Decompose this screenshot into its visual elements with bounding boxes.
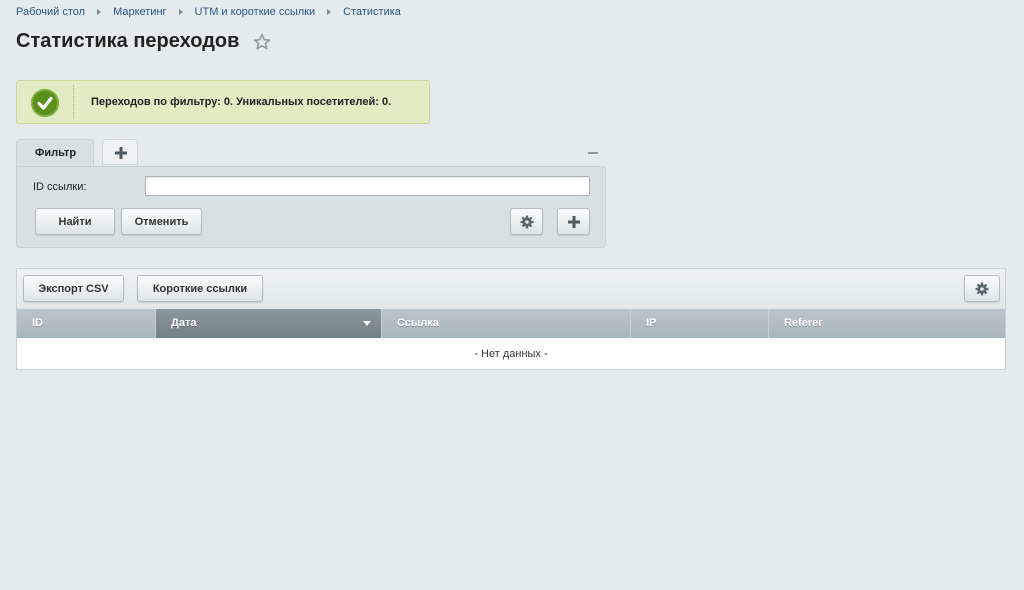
breadcrumb-item-marketing[interactable]: Маркетинг [113,6,166,18]
export-csv-label: Экспорт CSV [38,282,109,295]
breadcrumb-item-utm[interactable]: UTM и короткие ссылки [195,6,316,18]
breadcrumb-separator-icon [178,9,183,15]
star-icon[interactable] [253,33,271,51]
cancel-button-label: Отменить [134,215,189,228]
column-header-link-label: Ссылка [397,317,439,329]
empty-row: - Нет данных - [17,338,1005,369]
add-filter-field-button[interactable] [557,208,590,235]
find-button[interactable]: Найти [35,208,115,235]
column-header-id[interactable]: ID [17,309,156,338]
cancel-button[interactable]: Отменить [121,208,202,235]
id-field[interactable] [145,176,590,196]
grid-toolbar: Экспорт CSV Короткие ссылки [17,269,1005,309]
breadcrumb-separator-icon [327,9,332,15]
message-divider [73,85,74,119]
breadcrumb-separator-icon [97,9,102,15]
plus-icon [115,147,127,159]
check-icon [31,89,59,117]
find-button-label: Найти [58,215,92,228]
empty-row-text: - Нет данных - [474,347,548,360]
column-header-date-label: Дата [171,317,197,329]
success-message: Переходов по фильтру: 0. Уникальных посе… [16,80,430,124]
column-header-date[interactable]: Дата [156,309,382,338]
gear-icon [975,282,989,295]
breadcrumb-item-statistics[interactable]: Статистика [343,6,401,18]
column-header-referer[interactable]: Referer [769,309,1005,338]
filter-settings-button[interactable] [510,208,543,235]
column-header-link[interactable]: Ссылка [382,309,631,338]
id-field-label: ID ссылки: [33,181,87,193]
column-header-id-label: ID [32,317,43,329]
gear-icon [520,215,533,228]
column-header-ip[interactable]: IP [631,309,769,338]
breadcrumb-item-desktop[interactable]: Рабочий стол [16,6,85,18]
grid-header: ID Дата Ссылка IP Referer [17,309,1005,338]
plus-icon [567,215,580,228]
message-text: Переходов по фильтру: 0. Уникальных посе… [91,96,392,108]
export-csv-button[interactable]: Экспорт CSV [23,275,124,302]
short-links-button[interactable]: Короткие ссылки [137,275,263,302]
short-links-label: Короткие ссылки [152,282,248,295]
add-filter-tab-button[interactable] [102,139,138,165]
sort-down-icon [363,321,371,326]
minus-icon[interactable] [588,152,598,154]
breadcrumb: Рабочий стол Маркетинг UTM и короткие сс… [16,5,401,19]
column-header-referer-label: Referer [784,317,823,329]
column-header-ip-label: IP [646,317,657,329]
grid-settings-button[interactable] [964,275,1000,302]
page-title: Статистика переходов [16,30,240,52]
filter-panel: ID ссылки: Найти Отменить [16,166,606,248]
title-row: Статистика переходов [16,30,271,53]
tab-filter[interactable]: Фильтр [16,139,94,167]
tab-filter-label: Фильтр [35,147,77,159]
stats-grid: Экспорт CSV Короткие ссылки ID Дата Ссыл… [16,268,1006,370]
